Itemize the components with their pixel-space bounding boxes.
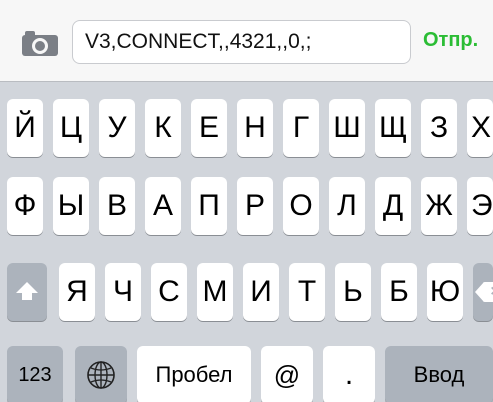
key-row1[interactable]: У <box>99 99 135 157</box>
key-row1[interactable]: Г <box>283 99 319 157</box>
key-row1[interactable]: Е <box>191 99 227 157</box>
at-key[interactable]: @ <box>261 346 313 402</box>
key-row1[interactable]: Х <box>467 99 493 157</box>
space-key[interactable]: Пробел <box>137 346 251 402</box>
key-row2[interactable]: Ж <box>421 177 457 235</box>
message-composer: V3,CONNECT,,4321,,0,; Отпр. <box>0 0 493 82</box>
return-key[interactable]: Ввод <box>385 346 493 402</box>
key-row3[interactable]: Ю <box>427 263 463 321</box>
key-row1[interactable]: К <box>145 99 181 157</box>
shift-key[interactable] <box>7 263 47 321</box>
key-row1[interactable]: Ц <box>53 99 89 157</box>
key-row1[interactable]: Н <box>237 99 273 157</box>
send-button[interactable]: Отпр. <box>423 29 478 52</box>
key-row2[interactable]: В <box>99 177 135 235</box>
backspace-icon: × <box>475 282 493 302</box>
key-row1[interactable]: З <box>421 99 457 157</box>
key-row3[interactable]: Я <box>59 263 95 321</box>
key-row1[interactable]: Щ <box>375 99 411 157</box>
key-row1[interactable]: Ш <box>329 99 365 157</box>
key-row2[interactable]: Ы <box>53 177 89 235</box>
key-row2[interactable]: А <box>145 177 181 235</box>
camera-button[interactable] <box>22 30 58 56</box>
globe-key[interactable] <box>75 346 127 402</box>
key-row3[interactable]: Б <box>381 263 417 321</box>
key-row3[interactable]: М <box>197 263 233 321</box>
key-row2[interactable]: О <box>283 177 319 235</box>
key-row2[interactable]: Д <box>375 177 411 235</box>
key-row3[interactable]: И <box>243 263 279 321</box>
key-row2[interactable]: Р <box>237 177 273 235</box>
keyboard: Й Ц У К Е Н Г Ш Щ З Х Ф Ы В А П Р О Л Д … <box>0 83 493 402</box>
key-row2[interactable]: Ф <box>7 177 43 235</box>
backspace-key[interactable]: × <box>473 263 493 321</box>
numbers-key[interactable]: 123 <box>7 346 63 402</box>
key-row3[interactable]: С <box>151 263 187 321</box>
key-row3[interactable]: Ь <box>335 263 371 321</box>
shift-icon <box>16 282 38 302</box>
dot-key[interactable]: . <box>323 346 375 402</box>
key-row2[interactable]: Э <box>467 177 493 235</box>
key-row3[interactable]: Т <box>289 263 325 321</box>
key-row2[interactable]: П <box>191 177 227 235</box>
message-input[interactable]: V3,CONNECT,,4321,,0,; <box>72 20 411 64</box>
key-row2[interactable]: Л <box>329 177 365 235</box>
globe-icon <box>87 361 115 389</box>
key-row3[interactable]: Ч <box>105 263 141 321</box>
key-row1[interactable]: Й <box>7 99 43 157</box>
